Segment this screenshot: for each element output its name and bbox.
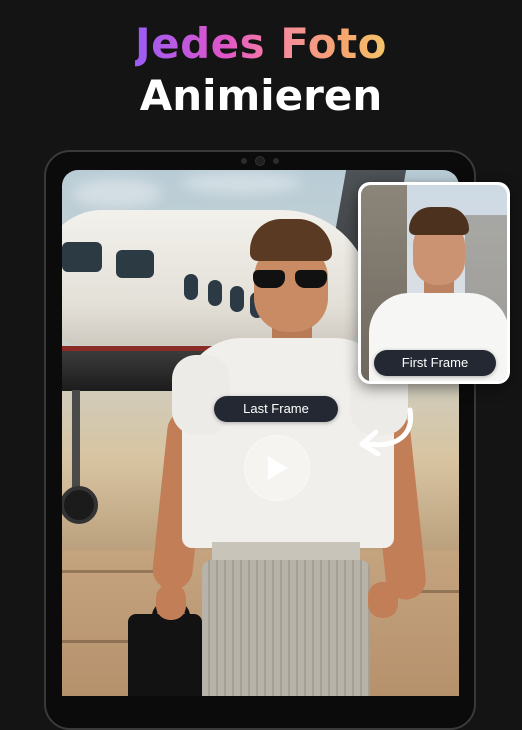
thumbnail-hair	[409, 207, 469, 235]
play-icon	[268, 456, 288, 480]
headline-word-foto: Foto	[280, 19, 388, 68]
lens	[295, 270, 327, 288]
right-hand	[368, 582, 398, 618]
headline-line-1: Jedes Foto	[0, 18, 522, 70]
shirt-sleeve	[172, 355, 230, 435]
leather-bag	[128, 614, 202, 696]
headline: Jedes Foto Animieren	[0, 18, 522, 122]
headline-word-jedes: Jedes	[134, 19, 266, 68]
left-hand	[156, 584, 186, 620]
last-frame-label: Last Frame	[214, 396, 338, 422]
hair	[250, 219, 332, 261]
belt	[212, 542, 360, 562]
headline-line-2: Animieren	[139, 71, 383, 120]
sunglasses	[251, 270, 331, 290]
sensor-dot	[241, 158, 247, 164]
striped-trousers	[202, 560, 370, 696]
camera-bar	[228, 156, 292, 166]
camera-icon	[255, 156, 265, 166]
sensor-dot	[273, 158, 279, 164]
play-button[interactable]	[244, 435, 310, 501]
first-frame-label: First Frame	[374, 350, 496, 376]
lens	[253, 270, 285, 288]
curved-arrow-icon	[359, 407, 414, 456]
